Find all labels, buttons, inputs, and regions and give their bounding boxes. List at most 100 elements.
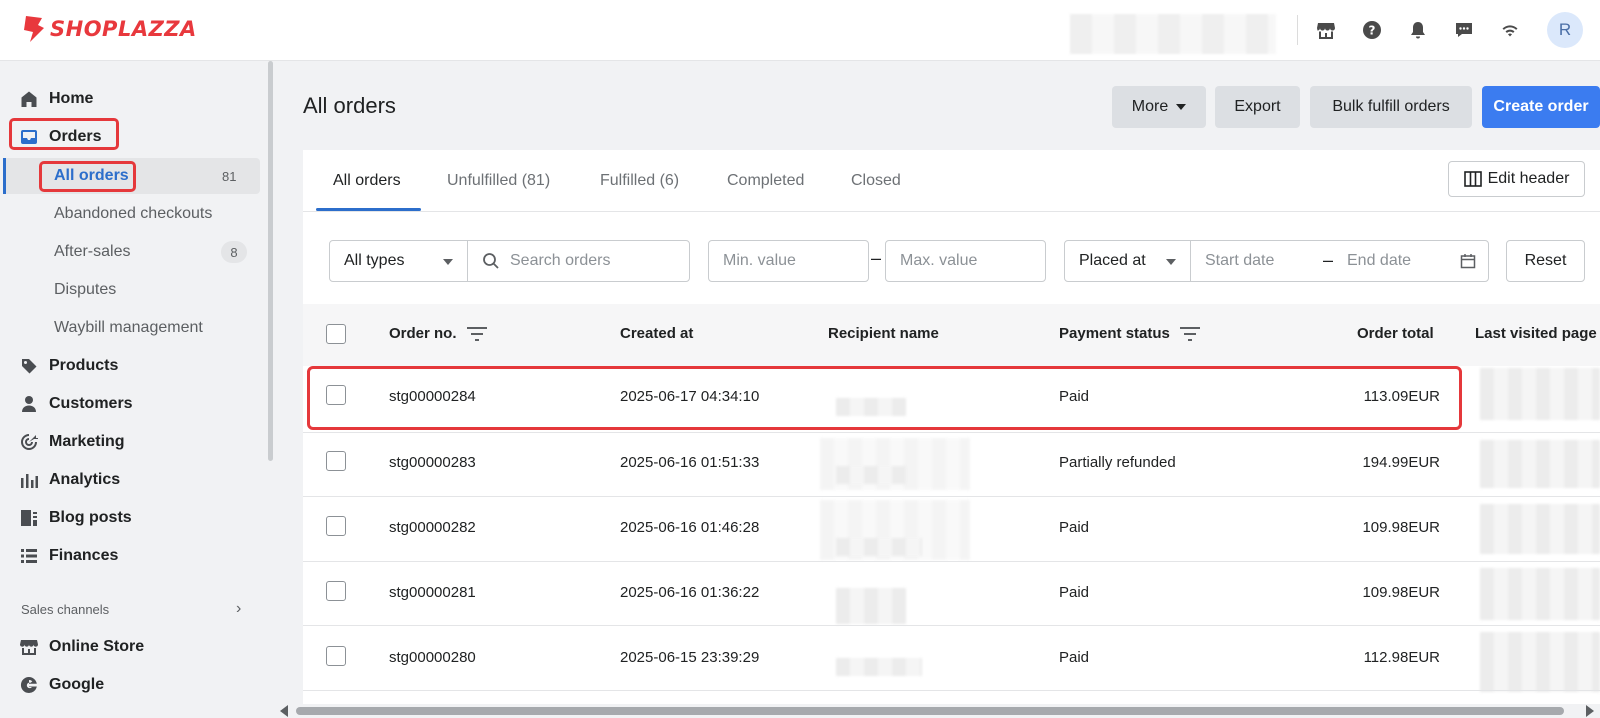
range-dash: –	[871, 248, 882, 268]
create-order-button[interactable]: Create order	[1482, 86, 1600, 128]
column-header-payment-status[interactable]: Payment status	[1059, 325, 1200, 342]
order-type-value: All types	[344, 252, 405, 269]
sidebar-item-label: Home	[49, 90, 94, 107]
horizontal-scrollbar-thumb[interactable]	[296, 707, 1564, 715]
row-checkbox[interactable]	[326, 516, 346, 536]
order-type-select[interactable]: All types	[329, 240, 468, 282]
sidebar-subitem-abandoned-checkouts[interactable]: Abandoned checkouts	[54, 199, 212, 229]
reset-button[interactable]: Reset	[1506, 240, 1585, 282]
logo-text: SHOPLAZZA	[50, 17, 197, 41]
sidebar-subitem-label: After-sales	[54, 243, 131, 260]
store-icon	[20, 638, 38, 656]
tab-fulfilled[interactable]: Fulfilled (6)	[600, 172, 679, 190]
last-visited-page-redacted	[1480, 368, 1600, 420]
start-date-placeholder: Start date	[1205, 252, 1275, 269]
caret-down-icon	[1176, 104, 1187, 110]
created-at-cell: 2025-06-16 01:36:22	[620, 584, 760, 601]
date-range-input[interactable]: Start date – End date	[1190, 240, 1489, 282]
select-all-checkbox[interactable]	[326, 324, 346, 344]
search-placeholder: Search orders	[510, 252, 611, 269]
sidebar-item-products[interactable]: Products	[20, 351, 118, 381]
row-checkbox[interactable]	[326, 581, 346, 601]
sidebar-subitem-label: Abandoned checkouts	[54, 205, 213, 222]
bell-icon[interactable]	[1407, 19, 1429, 41]
sidebar-item-analytics[interactable]: Analytics	[20, 465, 120, 495]
last-visited-page-redacted	[1480, 568, 1600, 620]
date-range-dash: –	[1323, 250, 1334, 270]
column-label: Created at	[620, 325, 694, 342]
scroll-left-arrow-icon[interactable]	[280, 705, 288, 717]
bulk-fulfill-button-label: Bulk fulfill orders	[1332, 98, 1450, 115]
tabs-divider	[303, 211, 1600, 212]
order-number-link[interactable]: stg00000282	[389, 519, 476, 536]
wifi-icon[interactable]	[1499, 19, 1521, 41]
max-value-input[interactable]: Max. value	[885, 240, 1046, 282]
chevron-right-icon[interactable]: ›	[236, 600, 241, 618]
payment-status-cell: Paid	[1059, 519, 1090, 536]
tab-completed[interactable]: Completed	[727, 172, 804, 190]
column-header-created-at: Created at	[620, 325, 693, 342]
created-at-cell: 2025-06-16 01:46:28	[620, 519, 760, 536]
row-checkbox[interactable]	[326, 451, 346, 471]
filter-icon[interactable]	[466, 326, 487, 341]
columns-icon	[1463, 171, 1482, 187]
sidebar-item-label: Blog posts	[49, 509, 132, 526]
sidebar-subitem-disputes[interactable]: Disputes	[54, 275, 116, 305]
recipient-name-redacted	[836, 658, 922, 676]
help-icon[interactable]: ?	[1361, 19, 1383, 41]
filter-icon[interactable]	[1179, 326, 1200, 341]
tab-all-orders[interactable]: All orders	[333, 172, 401, 190]
home-icon	[20, 90, 38, 108]
avatar[interactable]: R	[1547, 12, 1583, 48]
order-number-link[interactable]: stg00000281	[389, 584, 476, 601]
date-type-value: Placed at	[1079, 252, 1146, 269]
more-button[interactable]: More	[1112, 86, 1206, 128]
sidebar-scrollbar[interactable]	[268, 61, 273, 461]
row-divider	[303, 625, 1600, 626]
recipient-name-redacted	[836, 538, 922, 556]
sidebar-subitem-label: Waybill management	[54, 319, 203, 336]
date-type-select[interactable]: Placed at	[1064, 240, 1191, 282]
sidebar-subitem-waybill-management[interactable]: Waybill management	[54, 313, 203, 343]
sidebar-item-online-store[interactable]: Online Store	[20, 632, 144, 662]
sidebar-subitem-label: Disputes	[54, 281, 117, 298]
tab-unfulfilled[interactable]: Unfulfilled (81)	[447, 172, 550, 190]
store-icon[interactable]	[1315, 19, 1337, 41]
order-number-link[interactable]: stg00000283	[389, 454, 476, 471]
column-header-order-total: Order total	[1357, 325, 1434, 342]
edit-header-button[interactable]: Edit header	[1448, 161, 1585, 197]
chat-icon[interactable]	[1453, 19, 1475, 41]
sidebar-item-home[interactable]: Home	[20, 84, 93, 114]
scroll-right-arrow-icon[interactable]	[1586, 705, 1594, 717]
order-total-cell: 109.98EUR	[1362, 519, 1440, 536]
order-total-cell: 109.98EUR	[1362, 584, 1440, 601]
calendar-icon[interactable]	[1460, 253, 1476, 269]
bulk-fulfill-orders-button[interactable]: Bulk fulfill orders	[1310, 86, 1472, 128]
search-input[interactable]: Search orders	[467, 240, 690, 282]
shoplazza-logo[interactable]: SHOPLAZZA	[20, 14, 197, 44]
sidebar-item-label: Products	[49, 357, 119, 374]
caret-down-icon	[443, 259, 453, 265]
tab-closed[interactable]: Closed	[851, 172, 901, 190]
page-title: All orders	[303, 93, 396, 118]
sidebar-item-google[interactable]: Google	[20, 670, 104, 700]
sidebar-item-label: Marketing	[49, 433, 125, 450]
svg-text:?: ?	[1369, 24, 1376, 38]
last-visited-page-redacted	[1480, 504, 1600, 554]
last-visited-page-redacted	[1480, 440, 1600, 488]
row-divider	[303, 561, 1600, 562]
sidebar-subitem-after-sales[interactable]: After-sales	[54, 237, 130, 267]
min-value-input[interactable]: Min. value	[708, 240, 869, 282]
sidebar-item-finances[interactable]: Finances	[20, 541, 118, 571]
order-number-link[interactable]: stg00000280	[389, 649, 476, 666]
sidebar-item-customers[interactable]: Customers	[20, 389, 133, 419]
row-highlight-box	[307, 366, 1462, 430]
column-header-last-visited-page: Last visited page	[1475, 325, 1597, 342]
sales-channels-label: Sales channels	[21, 602, 110, 617]
row-checkbox[interactable]	[326, 646, 346, 666]
column-header-order-no[interactable]: Order no.	[389, 325, 487, 342]
sidebar-item-blog-posts[interactable]: Blog posts	[20, 503, 132, 533]
export-button-label: Export	[1234, 98, 1281, 115]
export-button[interactable]: Export	[1215, 86, 1300, 128]
sidebar-item-marketing[interactable]: Marketing	[20, 427, 125, 457]
